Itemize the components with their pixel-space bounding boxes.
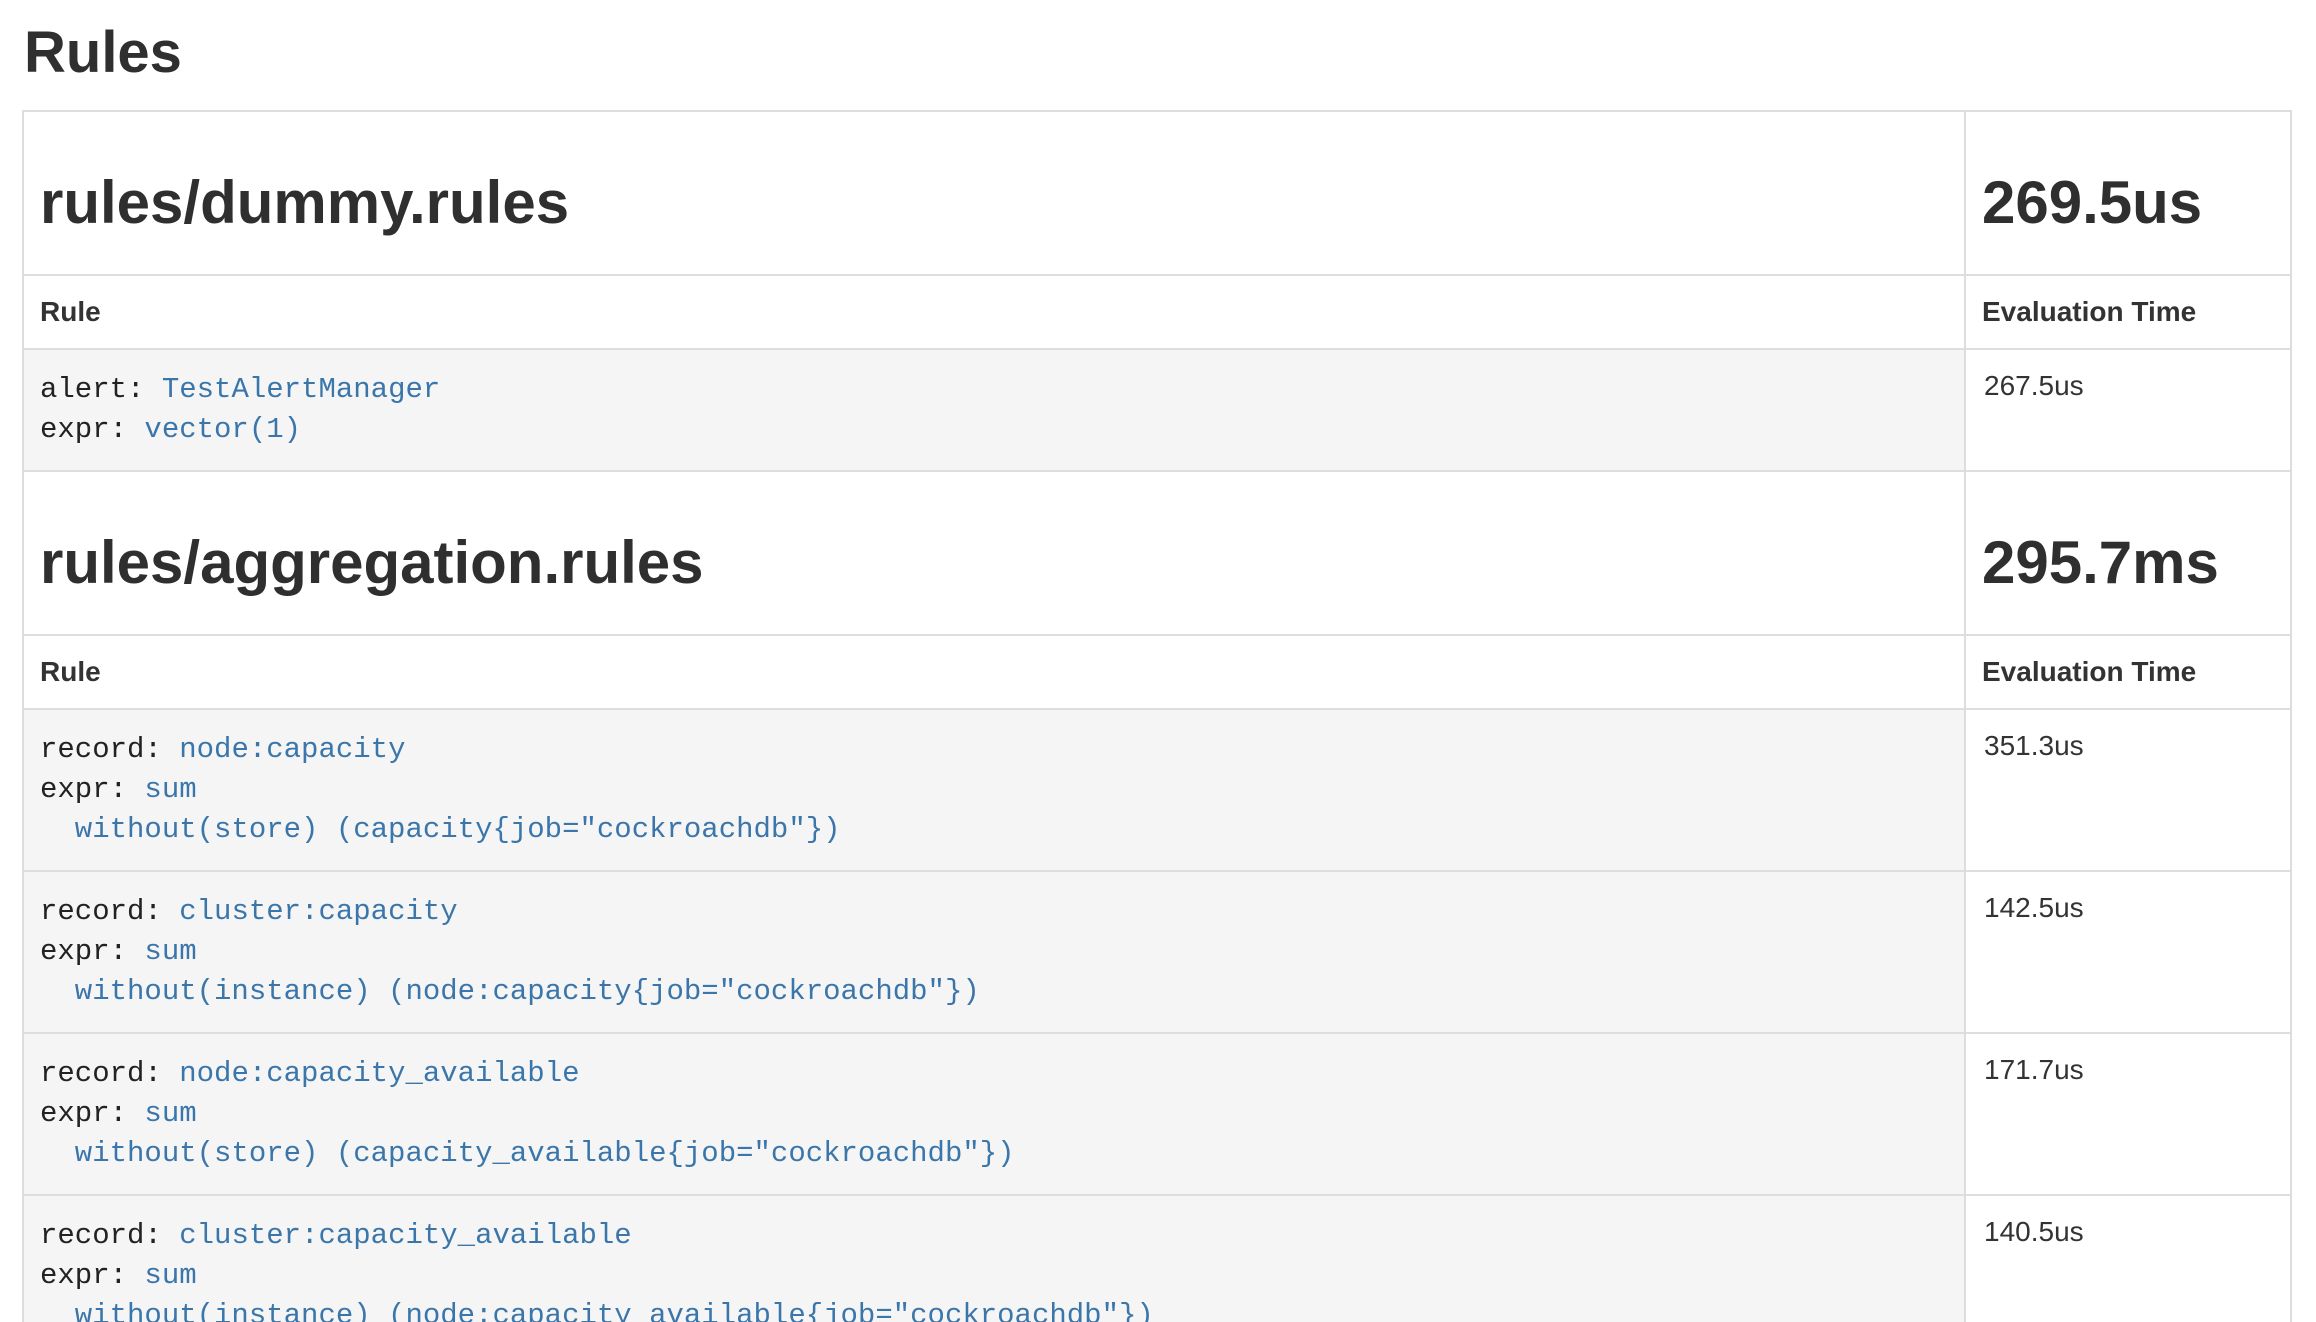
- rule-column-header: Rule: [23, 275, 1965, 349]
- rule-definition: record: node:capacity_available expr: su…: [24, 1034, 1964, 1194]
- rule-group-file: rules/aggregation.rules: [40, 530, 1948, 596]
- rules-table-body: rules/dummy.rules269.5usRuleEvaluation T…: [23, 111, 2291, 1322]
- column-header-row: RuleEvaluation Time: [23, 635, 2291, 709]
- rule-group-evaluation-time-cell: 295.7ms: [1965, 471, 2291, 635]
- rule-row: record: node:capacity expr: sum without(…: [23, 709, 2291, 871]
- expr-link[interactable]: sum without(instance) (node:capacity{job…: [40, 935, 980, 1008]
- record-name-link[interactable]: cluster:capacity: [179, 895, 457, 928]
- expr-link[interactable]: sum without(store) (capacity{job="cockro…: [40, 773, 841, 846]
- rule-definition: record: cluster:capacity_available expr:…: [24, 1196, 1964, 1322]
- rule-row: record: node:capacity_available expr: su…: [23, 1033, 2291, 1195]
- rule-evaluation-time: 140.5us: [1965, 1195, 2291, 1322]
- rule-definition: record: node:capacity expr: sum without(…: [24, 710, 1964, 870]
- rule-row: record: cluster:capacity_available expr:…: [23, 1195, 2291, 1322]
- rule-group-file-cell: rules/dummy.rules: [23, 111, 1965, 275]
- rule-group-file-cell: rules/aggregation.rules: [23, 471, 1965, 635]
- expr-link[interactable]: vector(1): [144, 413, 301, 446]
- rule-evaluation-time: 171.7us: [1965, 1033, 2291, 1195]
- record-name-link[interactable]: node:capacity: [179, 733, 405, 766]
- rule-group-header-row: rules/dummy.rules 269.5us: [23, 111, 2291, 275]
- rule-evaluation-time: 142.5us: [1965, 871, 2291, 1033]
- rule-group-header-row: rules/aggregation.rules 295.7ms: [23, 471, 2291, 635]
- evaluation-time-column-header: Evaluation Time: [1965, 275, 2291, 349]
- record-name-link[interactable]: cluster:capacity_available: [179, 1219, 631, 1252]
- rule-cell: record: node:capacity_available expr: su…: [23, 1033, 1965, 1195]
- rule-column-header: Rule: [23, 635, 1965, 709]
- page-title: Rules: [24, 18, 2294, 88]
- page-container: Rules rules/dummy.rules269.5usRuleEvalua…: [0, 18, 2316, 1322]
- rule-group-evaluation-time: 295.7ms: [1982, 530, 2274, 596]
- rule-evaluation-time: 351.3us: [1965, 709, 2291, 871]
- rule-evaluation-time: 267.5us: [1965, 349, 2291, 471]
- column-header-row: RuleEvaluation Time: [23, 275, 2291, 349]
- rule-row: alert: TestAlertManager expr: vector(1)2…: [23, 349, 2291, 471]
- alert-name-link[interactable]: TestAlertManager: [162, 373, 440, 406]
- rule-cell: record: cluster:capacity expr: sum witho…: [23, 871, 1965, 1033]
- rule-definition: record: cluster:capacity expr: sum witho…: [24, 872, 1964, 1032]
- rule-cell: record: cluster:capacity_available expr:…: [23, 1195, 1965, 1322]
- rule-row: record: cluster:capacity expr: sum witho…: [23, 871, 2291, 1033]
- record-name-link[interactable]: node:capacity_available: [179, 1057, 579, 1090]
- expr-link[interactable]: sum without(instance) (node:capacity_ava…: [40, 1259, 1154, 1322]
- rule-group-evaluation-time: 269.5us: [1982, 170, 2274, 236]
- rule-cell: record: node:capacity expr: sum without(…: [23, 709, 1965, 871]
- rule-cell: alert: TestAlertManager expr: vector(1): [23, 349, 1965, 471]
- evaluation-time-column-header: Evaluation Time: [1965, 635, 2291, 709]
- rule-group-evaluation-time-cell: 269.5us: [1965, 111, 2291, 275]
- rule-group-file: rules/dummy.rules: [40, 170, 1948, 236]
- rule-definition: alert: TestAlertManager expr: vector(1): [24, 350, 1964, 470]
- rules-table: rules/dummy.rules269.5usRuleEvaluation T…: [22, 110, 2292, 1322]
- expr-link[interactable]: sum without(store) (capacity_available{j…: [40, 1097, 1015, 1170]
